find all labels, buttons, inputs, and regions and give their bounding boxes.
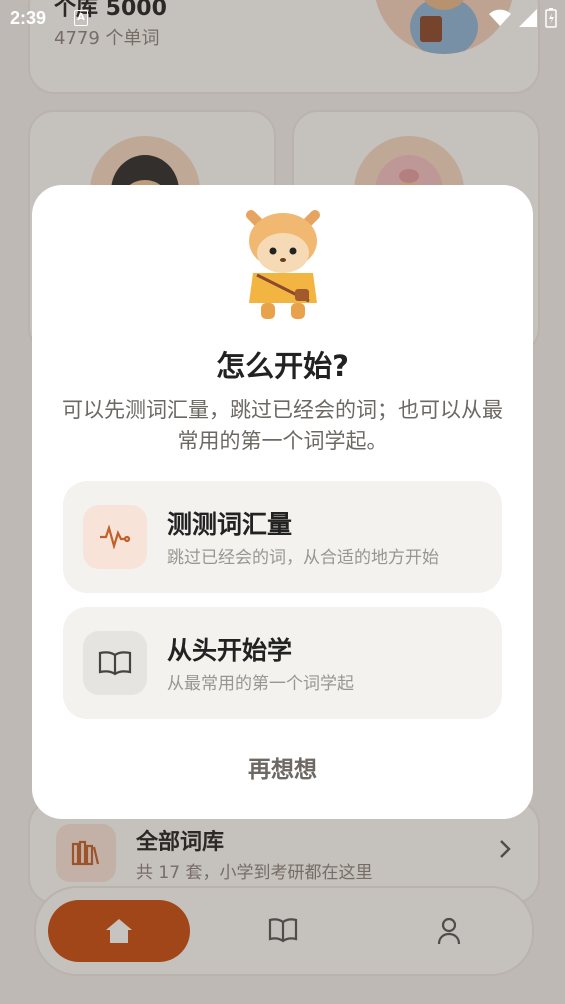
signal-icon [519, 9, 537, 27]
option-subtitle: 从最常用的第一个词学起 [167, 674, 354, 694]
shiba-mascot [237, 205, 329, 323]
vocab-test-option[interactable]: 测测词汇量 跳过已经会的词，从合适的地方开始 [63, 481, 502, 593]
wifi-icon [489, 9, 511, 26]
option-title: 从头开始学 [167, 636, 293, 665]
battery-icon [545, 8, 557, 28]
status-bar: 2:39 A [0, 0, 565, 38]
dialog-description: 可以先测词汇量，跳过已经会的词；也可以从最常用的第一个词学起。 [62, 398, 503, 453]
start-from-beginning-option[interactable]: 从头开始学 从最常用的第一个词学起 [63, 607, 502, 719]
status-time: 2:39 [10, 8, 47, 28]
start-dialog: 怎么开始? 可以先测词汇量，跳过已经会的词；也可以从最常用的第一个词学起。 测测… [32, 185, 533, 819]
option-title: 测测词汇量 [167, 510, 293, 539]
dialog-title: 怎么开始? [216, 349, 349, 383]
pulse-icon [83, 505, 147, 569]
notification-a-icon: A [74, 10, 88, 26]
option-subtitle: 跳过已经会的词，从合适的地方开始 [167, 548, 439, 568]
open-book-icon [83, 631, 147, 695]
reconsider-button[interactable]: 再想想 [32, 750, 533, 784]
